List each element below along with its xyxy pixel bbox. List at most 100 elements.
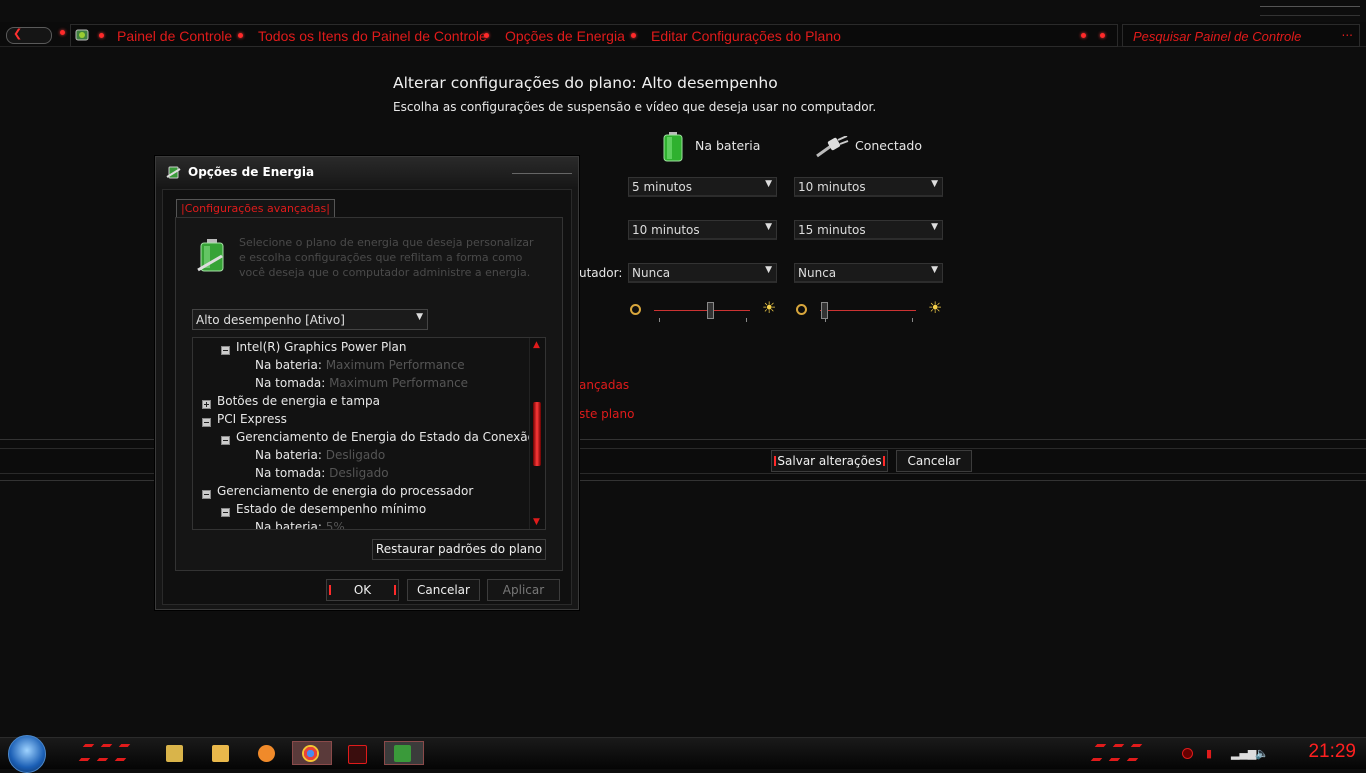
slider-thumb[interactable]: [821, 302, 828, 319]
sleep-display-battery-select[interactable]: 5 minutos ▼: [628, 177, 777, 197]
refresh-dot[interactable]: [1081, 33, 1086, 38]
search-box: ...: [1122, 24, 1360, 47]
clock[interactable]: 21:29: [1308, 741, 1356, 763]
tree-scrollbar[interactable]: ▲ ▼: [529, 338, 545, 529]
power-options-dialog: Opções de Energia Configurações avançada…: [155, 156, 579, 610]
dialog-description: Selecione o plano de energia que deseja …: [239, 236, 534, 279]
tree-item-setting[interactable]: Na bateria: 5%: [255, 520, 345, 529]
brightness-slider-plugged[interactable]: ☀: [796, 299, 942, 323]
page-subtitle: Escolha as configurações de suspensão e …: [393, 100, 877, 114]
battery-tray-icon[interactable]: ▮: [1206, 747, 1212, 760]
restore-defaults-link[interactable]: ste plano: [579, 407, 634, 421]
scroll-up-icon[interactable]: ▲: [533, 340, 540, 350]
breadcrumb-separator: [238, 33, 243, 38]
taskbar-app[interactable]: [248, 741, 284, 765]
advanced-settings-link[interactable]: ançadas: [579, 378, 629, 392]
tree-item-setting[interactable]: Na tomada: Desligado: [255, 466, 389, 480]
scroll-down-icon[interactable]: ▼: [533, 517, 540, 527]
taskbar-power-options[interactable]: [384, 741, 424, 765]
taskbar-chrome[interactable]: [292, 741, 332, 765]
tree-item-intel-graphics[interactable]: Intel(R) Graphics Power Plan: [236, 340, 407, 354]
chevron-down-icon: ▼: [765, 222, 772, 232]
back-button[interactable]: ❮: [6, 27, 52, 44]
expand-icon[interactable]: [202, 400, 211, 409]
media-player-icon: [212, 745, 229, 762]
dropdown-dot[interactable]: [1100, 33, 1105, 38]
sleep-computer-battery-select[interactable]: Nunca ▼: [628, 263, 777, 283]
tree-item-link-state[interactable]: Gerenciamento de Energia do Estado da Co…: [236, 430, 535, 444]
breadcrumb-separator: [631, 33, 636, 38]
power-options-icon: [166, 166, 181, 179]
tree-item-setting[interactable]: Na bateria: Desligado: [255, 448, 385, 462]
taskbar-media-player[interactable]: [202, 741, 238, 765]
brightness-high-icon: ☀: [762, 298, 777, 317]
brightness-low-icon: [796, 304, 807, 315]
dialog-cancel-button[interactable]: Cancelar: [407, 579, 480, 601]
tree-item-setting[interactable]: Na tomada: Maximum Performance: [255, 376, 468, 390]
slider-thumb[interactable]: [707, 302, 714, 319]
volume-icon[interactable]: 🔈: [1255, 747, 1269, 760]
settings-tree: Intel(R) Graphics Power Plan Na bateria:…: [192, 337, 546, 530]
close-icon[interactable]: [512, 161, 572, 174]
taskbar: ▮ ▂▄▆ 🔈 21:29: [0, 735, 1366, 773]
power-options-icon: [394, 745, 411, 762]
tree-item-pci-express[interactable]: PCI Express: [217, 412, 287, 426]
chevron-down-icon: ▼: [931, 265, 938, 275]
chevron-down-icon: ▼: [931, 222, 938, 232]
column-header-plugged: Conectado: [815, 132, 935, 162]
column-header-battery-label: Na bateria: [695, 138, 761, 153]
breadcrumb-item-all-items[interactable]: Todos os Itens do Painel de Controle: [258, 28, 487, 44]
scroll-thumb[interactable]: [533, 402, 541, 466]
collapse-icon[interactable]: [202, 490, 211, 499]
turn-off-display-plugged-select[interactable]: 15 minutos ▼: [794, 220, 943, 240]
breadcrumb: Painel de Controle Todos os Itens do Pai…: [70, 24, 1118, 47]
tab-panel: Selecione o plano de energia que deseja …: [175, 217, 563, 571]
network-icon[interactable]: ▂▄▆: [1231, 747, 1256, 760]
window-controls-decoration: [1260, 6, 1360, 16]
back-arrow-icon: ❮: [13, 27, 23, 40]
breadcrumb-separator: [99, 33, 104, 38]
collapse-icon[interactable]: [202, 418, 211, 427]
tree-item-min-state[interactable]: Estado de desempenho mínimo: [236, 502, 426, 516]
collapse-icon[interactable]: [221, 508, 230, 517]
page-title: Alterar configurações do plano: Alto des…: [393, 74, 778, 92]
taskbar-explorer[interactable]: [156, 741, 192, 765]
turn-off-display-battery-select[interactable]: 10 minutos ▼: [628, 220, 777, 240]
app-red-icon: [348, 745, 367, 764]
decoration-stripes: [1090, 744, 1148, 764]
breadcrumb-item-edit-plan[interactable]: Editar Configurações do Plano: [651, 28, 841, 44]
breadcrumb-separator: [484, 33, 489, 38]
breadcrumb-separator: [60, 30, 65, 35]
restore-plan-defaults-button[interactable]: Restaurar padrões do plano: [372, 539, 546, 560]
battery-icon: [663, 132, 683, 162]
start-button[interactable]: [8, 735, 46, 773]
apply-button[interactable]: Aplicar: [487, 579, 560, 601]
ok-button[interactable]: OK: [326, 579, 399, 601]
save-changes-button[interactable]: Salvar alterações: [771, 450, 888, 472]
plan-select[interactable]: Alto desempenho [Ativo] ▼: [192, 309, 428, 330]
tray-indicator-icon[interactable]: [1182, 748, 1193, 759]
collapse-icon[interactable]: [221, 346, 230, 355]
breadcrumb-item-control-panel[interactable]: Painel de Controle: [117, 28, 232, 44]
dialog-titlebar[interactable]: Opções de Energia: [156, 157, 578, 187]
decoration-stripes: [78, 744, 136, 764]
tree-item-processor[interactable]: Gerenciamento de energia do processador: [217, 484, 473, 498]
collapse-icon[interactable]: [221, 436, 230, 445]
sleep-computer-plugged-select[interactable]: Nunca ▼: [794, 263, 943, 283]
breadcrumb-item-power-options[interactable]: Opções de Energia: [505, 28, 625, 44]
cancel-button[interactable]: Cancelar: [896, 450, 972, 472]
search-icon[interactable]: ...: [1342, 25, 1353, 39]
tree-item-power-buttons[interactable]: Botões de energia e tampa: [217, 394, 380, 408]
sleep-display-plugged-select[interactable]: 10 minutos ▼: [794, 177, 943, 197]
brightness-high-icon: ☀: [928, 298, 943, 317]
chevron-down-icon: ▼: [931, 179, 938, 189]
tree-item-setting[interactable]: Na bateria: Maximum Performance: [255, 358, 465, 372]
brightness-slider-battery[interactable]: ☀: [630, 299, 776, 323]
taskbar-app-red[interactable]: [338, 741, 378, 765]
brightness-low-icon: [630, 304, 641, 315]
folder-icon: [166, 745, 183, 762]
battery-plug-icon: [197, 239, 224, 272]
tab-advanced-settings[interactable]: Configurações avançadas: [176, 199, 335, 218]
column-header-plugged-label: Conectado: [855, 138, 923, 153]
search-input[interactable]: [1133, 29, 1333, 44]
